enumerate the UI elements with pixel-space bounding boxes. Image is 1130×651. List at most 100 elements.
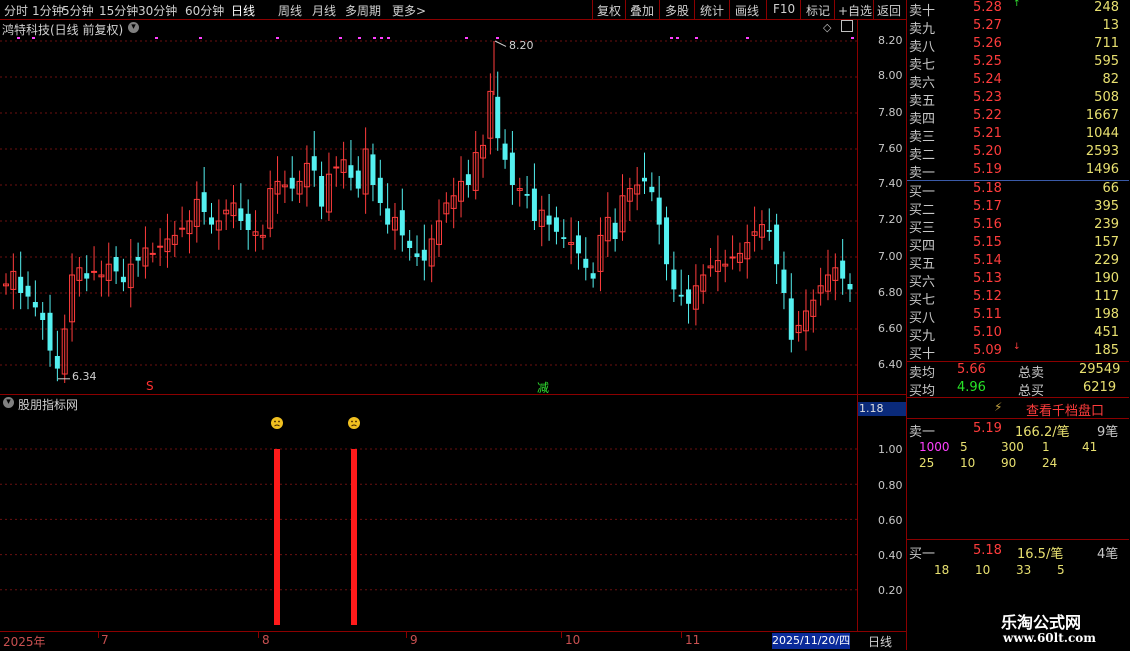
- candle-body: [54, 356, 60, 369]
- face-icon: [348, 417, 360, 429]
- level-label: 买三: [909, 221, 936, 236]
- chevron-right-icon: >: [416, 4, 427, 18]
- level-label: 买四: [909, 239, 936, 254]
- level-price: 5.18: [973, 181, 1002, 196]
- fuquan-button[interactable]: 复权: [597, 2, 621, 19]
- tab-15min[interactable]: 15分钟: [99, 2, 138, 19]
- candle-body: [84, 273, 90, 279]
- top-marker: [339, 37, 342, 39]
- queue-order: 10: [975, 563, 991, 577]
- buy-level-row[interactable]: 买二 5.17 395: [907, 199, 1129, 218]
- level-volume: 82: [1102, 72, 1119, 87]
- tab-monthly[interactable]: 月线: [312, 2, 336, 19]
- buy-level-row[interactable]: 买十 5.09 185 ↓: [907, 342, 1129, 362]
- date-label: 2025年: [3, 635, 46, 649]
- view-depth-button[interactable]: 查看千档盘口: [1026, 400, 1104, 419]
- candle-body: [201, 192, 207, 212]
- buy-level-row[interactable]: 买一 5.18 66: [907, 181, 1129, 200]
- level-price: 5.24: [973, 72, 1002, 87]
- level-label: 卖十: [909, 4, 936, 19]
- level-price: 5.13: [973, 271, 1002, 286]
- divider: [907, 397, 1129, 398]
- tab-multi-period[interactable]: 多周期: [345, 2, 381, 19]
- sell-level-row[interactable]: 卖一 5.19 1496: [907, 162, 1129, 181]
- add-watchlist-button[interactable]: +自选: [838, 2, 872, 19]
- sell-level-row[interactable]: 卖七 5.25 595: [907, 54, 1129, 73]
- sell-level-row[interactable]: 卖三 5.21 1044: [907, 126, 1129, 145]
- level-volume: 395: [1094, 199, 1119, 214]
- level-price: 5.10: [973, 325, 1002, 340]
- statistics-button[interactable]: 统计: [700, 2, 724, 19]
- watermark-url: www.60lt.com: [1003, 631, 1096, 645]
- level-volume: 1044: [1085, 126, 1119, 141]
- candle-body: [465, 174, 471, 185]
- sell-level-row[interactable]: 卖六 5.24 82: [907, 72, 1129, 91]
- buy-level-row[interactable]: 买四 5.15 157: [907, 235, 1129, 254]
- top-marker: [851, 37, 854, 39]
- back-button[interactable]: 返回: [877, 2, 901, 19]
- tab-daily[interactable]: 日线: [231, 2, 255, 19]
- level-label: 卖六: [909, 76, 936, 91]
- top-marker: [155, 37, 158, 39]
- order-book: 卖十 5.28 248 ↑ 卖九 5.27 13 卖八 5.26 711 卖七 5.25 595 卖六 5.…: [907, 0, 1130, 650]
- candle-body: [612, 222, 618, 239]
- sell-level-row[interactable]: 卖五 5.23 508: [907, 90, 1129, 109]
- level-volume: 508: [1094, 90, 1119, 105]
- level-label: 卖二: [909, 148, 936, 163]
- candlestick-chart[interactable]: [0, 20, 858, 394]
- candle-body: [47, 312, 53, 351]
- tick-mark: [561, 632, 562, 638]
- candle-body: [289, 177, 295, 189]
- candle-body: [642, 177, 648, 182]
- tab-fenshi[interactable]: 分时: [4, 2, 28, 19]
- buy-level-row[interactable]: 买三 5.16 239: [907, 217, 1129, 236]
- sell-level-row[interactable]: 卖二 5.20 2593: [907, 144, 1129, 163]
- date-label: 8: [262, 633, 270, 647]
- tab-1min[interactable]: 1分钟: [32, 2, 64, 19]
- lightning-icon: ⚡: [994, 400, 1003, 414]
- buy-level-row[interactable]: 买八 5.11 198: [907, 307, 1129, 326]
- tab-60min[interactable]: 60分钟: [185, 2, 224, 19]
- tab-weekly[interactable]: 周线: [278, 2, 302, 19]
- buy-level-row[interactable]: 买七 5.12 117: [907, 289, 1129, 308]
- toolbar-divider: [694, 0, 695, 19]
- sell-level-row[interactable]: 卖八 5.26 711: [907, 36, 1129, 55]
- overlay-button[interactable]: 叠加: [630, 2, 654, 19]
- sell-level-row[interactable]: 卖十 5.28 248 ↑: [907, 0, 1129, 19]
- tab-30min[interactable]: 30分钟: [138, 2, 177, 19]
- candle-body: [686, 289, 692, 304]
- mark-button[interactable]: 标记: [806, 2, 830, 19]
- candle-body: [502, 143, 508, 160]
- indicator-chart[interactable]: [0, 396, 858, 631]
- level-price: 5.23: [973, 90, 1002, 105]
- face-icon: [271, 417, 283, 429]
- tab-5min[interactable]: 5分钟: [62, 2, 94, 19]
- level-label: 买八: [909, 311, 936, 326]
- date-label: 10: [565, 633, 581, 647]
- high-price-label: 8.20: [509, 39, 534, 52]
- buy-level-row[interactable]: 买五 5.14 229: [907, 253, 1129, 272]
- level-volume: 711: [1094, 36, 1119, 51]
- level-price: 5.26: [973, 36, 1002, 51]
- tab-more[interactable]: 更多>: [392, 2, 426, 19]
- level-price: 5.17: [973, 199, 1002, 214]
- sell-level-row[interactable]: 卖九 5.27 13: [907, 18, 1129, 37]
- low-price-label: 6.34: [72, 370, 97, 383]
- f10-button[interactable]: F10: [773, 2, 795, 16]
- level-label: 买六: [909, 275, 936, 290]
- buy-level-row[interactable]: 买六 5.13 190: [907, 271, 1129, 290]
- level-label: 卖八: [909, 40, 936, 55]
- multi-stock-button[interactable]: 多股: [665, 2, 689, 19]
- draw-line-button[interactable]: 画线: [735, 2, 759, 19]
- queue-order: 1: [1042, 440, 1050, 454]
- candle-body: [531, 188, 537, 221]
- sell-level-row[interactable]: 卖四 5.22 1667: [907, 108, 1129, 127]
- current-date-box: 2025/11/20/四: [772, 633, 851, 649]
- candle-body: [149, 252, 156, 255]
- candle-body: [319, 176, 325, 207]
- candle-body: [120, 276, 126, 283]
- level-price: 5.27: [973, 18, 1002, 33]
- buy-level-row[interactable]: 买九 5.10 451: [907, 325, 1129, 344]
- period-indicator[interactable]: 日线: [868, 633, 892, 650]
- candle-body: [40, 312, 46, 320]
